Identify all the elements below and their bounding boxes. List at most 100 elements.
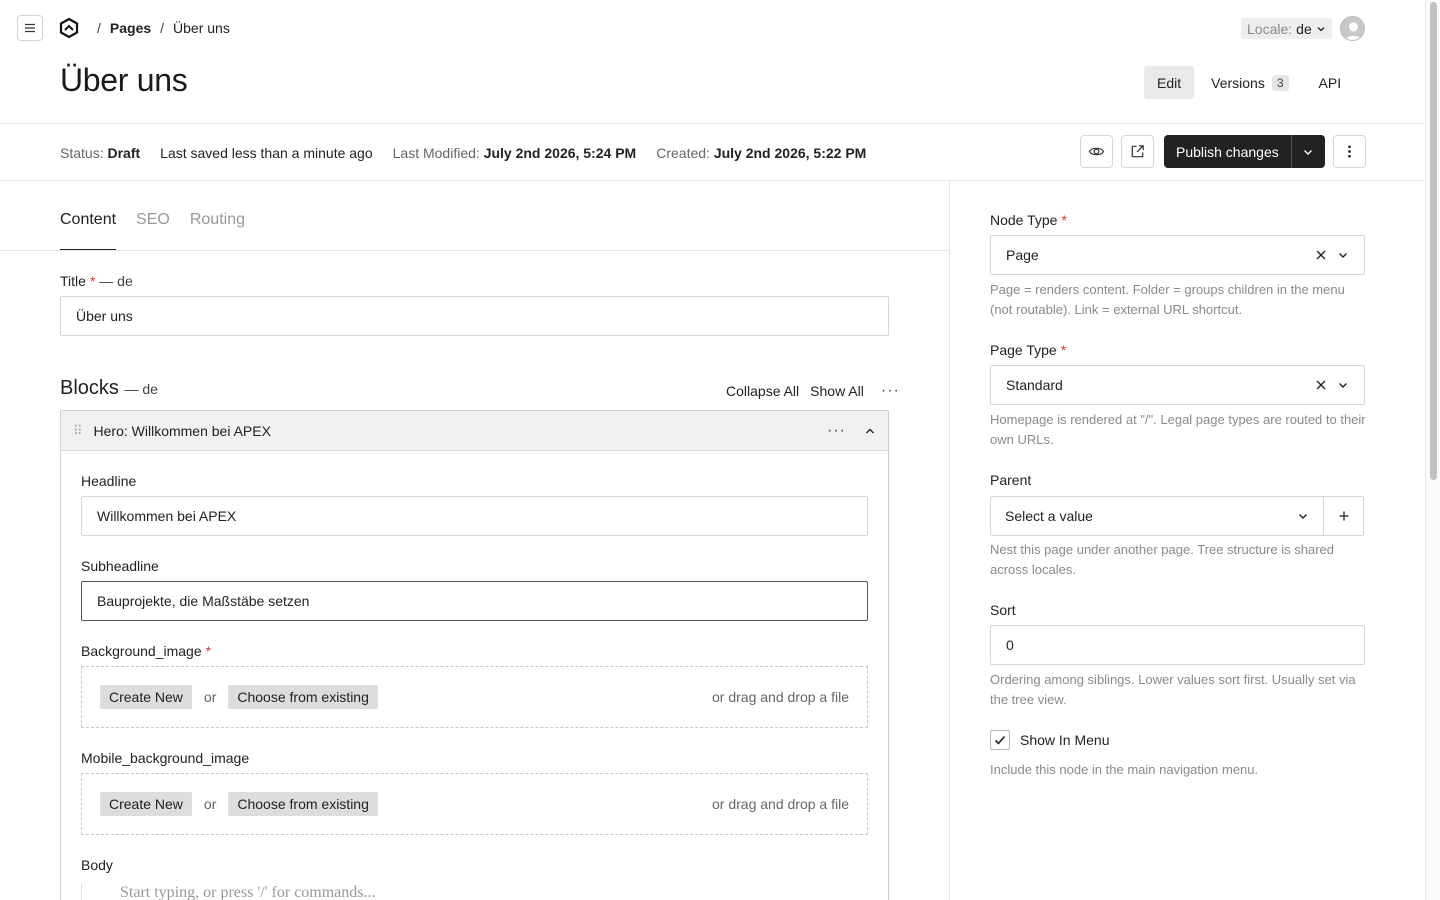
tab-routing[interactable]: Routing [190, 211, 245, 251]
menu-toggle-button[interactable] [17, 15, 43, 41]
add-parent-button[interactable] [1323, 497, 1363, 535]
chevron-up-icon[interactable] [864, 425, 876, 437]
required-marker: * [89, 273, 96, 289]
scrollbar-thumb[interactable] [1430, 2, 1437, 480]
breadcrumb-current: Über uns [173, 20, 230, 36]
title-label-text: Title [60, 273, 86, 289]
kebab-icon [1348, 145, 1351, 158]
logo-icon[interactable] [58, 17, 80, 39]
headline-label: Headline [81, 473, 137, 489]
created-value: July 2nd 2026, 5:22 PM [713, 145, 867, 161]
created-key: Created: [656, 145, 710, 161]
node-type-value: Page [1006, 247, 1039, 263]
locale-switcher[interactable]: Locale: de [1241, 18, 1332, 39]
publish-button-group: Publish changes [1164, 135, 1325, 168]
drag-handle-icon[interactable]: ⠿ [73, 423, 82, 439]
background-image-label-text: Background_image [81, 643, 202, 659]
background-image-label: Background_image * [81, 643, 211, 659]
status-info: Status: Draft [60, 145, 140, 161]
breadcrumb-pages[interactable]: Pages [110, 20, 151, 36]
choose-existing-button[interactable]: Choose from existing [228, 792, 378, 816]
show-in-menu-label[interactable]: Show In Menu [1020, 732, 1110, 748]
block-header[interactable]: ⠿ Hero: Willkommen bei APEX ··· [61, 411, 888, 451]
chevron-down-icon [1339, 253, 1347, 258]
publish-button[interactable]: Publish changes [1164, 135, 1291, 168]
choose-existing-button[interactable]: Choose from existing [228, 685, 378, 709]
node-type-select[interactable]: Page [990, 235, 1365, 275]
external-link-icon [1131, 145, 1144, 158]
avatar[interactable] [1340, 16, 1365, 41]
plus-icon [1339, 511, 1348, 521]
sort-help: Ordering among siblings. Lower values so… [990, 672, 1356, 707]
show-in-menu-checkbox[interactable] [990, 730, 1010, 750]
divider [0, 250, 949, 251]
required-marker: * [205, 643, 212, 659]
subheadline-input[interactable]: Bauprojekte, die Maßstäbe setzen [81, 581, 868, 621]
body-label: Body [81, 857, 113, 873]
tab-versions-label: Versions [1211, 74, 1265, 91]
background-image-dropzone[interactable]: Create New or Choose from existing or dr… [81, 666, 868, 728]
node-type-help: Page = renders content. Folder = groups … [990, 282, 1345, 317]
tab-api[interactable]: API [1306, 66, 1355, 99]
create-new-button[interactable]: Create New [100, 792, 192, 816]
required-marker: * [1061, 212, 1067, 228]
clear-icon[interactable] [1315, 379, 1327, 391]
tab-api-label: API [1318, 74, 1342, 91]
content-tabs: Content SEO Routing [60, 211, 245, 251]
or-text: or [203, 796, 217, 812]
tab-seo[interactable]: SEO [136, 211, 170, 251]
title-label: Title * — de [60, 273, 133, 289]
check-icon [994, 735, 1006, 745]
app: / Pages / Über uns Locale: de Über uns E… [0, 0, 1425, 900]
divider [0, 123, 1425, 124]
divider [0, 180, 1425, 181]
chevron-down-icon [1317, 26, 1325, 31]
divider [949, 181, 950, 900]
locale-label: Locale: [1247, 20, 1293, 37]
publish-options-button[interactable] [1290, 135, 1325, 168]
title-locale: — de [99, 273, 133, 289]
show-all-button[interactable]: Show All [810, 383, 864, 399]
locale-value: de [1296, 20, 1312, 37]
required-marker: * [1060, 342, 1067, 358]
blocks-heading: Blocks — de [60, 377, 158, 400]
breadcrumb: / Pages / Über uns [97, 20, 230, 36]
sort-input[interactable]: 0 [990, 625, 1365, 665]
tab-versions[interactable]: Versions 3 [1198, 66, 1301, 99]
more-actions-button[interactable] [1333, 135, 1366, 168]
blocks-heading-text: Blocks [60, 377, 119, 399]
eye-icon [1088, 147, 1105, 156]
tab-content[interactable]: Content [60, 211, 117, 251]
blocks-locale: — de [124, 381, 158, 397]
page-type-label-text: Page Type [990, 342, 1057, 358]
page-title: Über uns [60, 62, 188, 98]
drag-drop-hint: or drag and drop a file [712, 796, 849, 812]
collapse-all-button[interactable]: Collapse All [726, 383, 799, 399]
scrollbar[interactable] [1425, 0, 1440, 900]
blocks-actions: Collapse All Show All ··· [726, 382, 900, 400]
open-external-button[interactable] [1121, 135, 1154, 168]
parent-placeholder: Select a value [1005, 508, 1093, 524]
body-editor[interactable]: Start typing, or press '/' for commands.… [81, 884, 868, 900]
last-modified-info: Last Modified: July 2nd 2026, 5:24 PM [393, 145, 637, 161]
title-input[interactable]: Über uns [60, 296, 889, 336]
modified-key: Last Modified: [392, 145, 480, 161]
preview-button[interactable] [1080, 135, 1113, 168]
status-key: Status: [60, 145, 104, 161]
block-more-icon[interactable]: ··· [827, 422, 846, 440]
headline-input[interactable]: Willkommen bei APEX [81, 496, 868, 536]
tab-edit[interactable]: Edit [1144, 66, 1195, 99]
parent-help: Nest this page under another page. Tree … [990, 542, 1334, 577]
blocks-more-icon[interactable]: ··· [881, 382, 900, 400]
clear-icon[interactable] [1315, 249, 1327, 261]
mobile-background-image-dropzone[interactable]: Create New or Choose from existing or dr… [81, 773, 868, 835]
user-icon [1344, 22, 1363, 40]
page-type-select[interactable]: Standard [990, 365, 1365, 405]
block-title: Hero: Willkommen bei APEX [93, 422, 271, 439]
status-bar: Status: Draft Last saved less than a min… [60, 145, 866, 161]
hamburger-icon [25, 23, 35, 33]
create-new-button[interactable]: Create New [100, 685, 192, 709]
parent-select[interactable]: Select a value [991, 497, 1323, 535]
parent-label: Parent [990, 472, 1032, 488]
tab-edit-label: Edit [1157, 74, 1182, 91]
